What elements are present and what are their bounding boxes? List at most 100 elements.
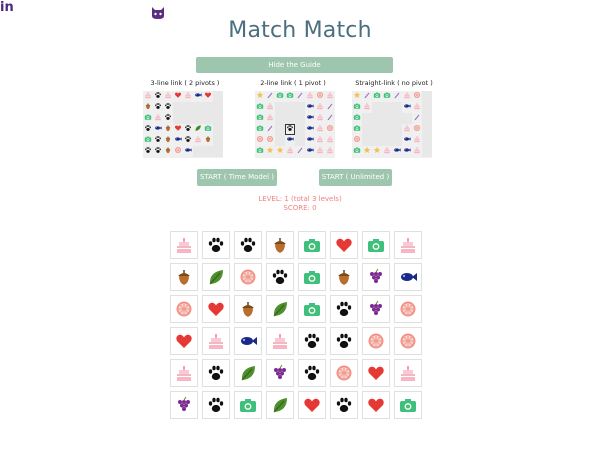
tile[interactable] <box>394 295 422 323</box>
mini-empty-cell <box>275 102 285 113</box>
mini-heart-icon <box>203 91 213 102</box>
mini-empty-cell <box>392 102 402 113</box>
tile[interactable] <box>330 295 358 323</box>
start-time-mode-button[interactable]: START ( Time Model ) <box>197 169 277 186</box>
mini-empty-cell <box>422 113 432 124</box>
tile[interactable] <box>266 391 294 419</box>
paw-icon <box>334 299 354 319</box>
fish-icon <box>238 331 258 351</box>
mini-orange-icon <box>265 135 275 146</box>
start-unlimited-button[interactable]: START ( Unlimited ) <box>319 169 392 186</box>
tile[interactable] <box>170 295 198 323</box>
tile[interactable] <box>330 359 358 387</box>
tile[interactable] <box>266 295 294 323</box>
guide-label-3-line: 3-line link ( 2 pivots ) <box>150 79 220 87</box>
acorn-icon <box>238 299 258 319</box>
camera-icon <box>302 267 322 287</box>
heart-icon <box>206 299 226 319</box>
mini-empty-cell <box>203 113 213 124</box>
acorn-icon <box>174 267 194 287</box>
mini-heart-icon <box>173 124 183 135</box>
tile[interactable] <box>362 231 390 259</box>
tile[interactable] <box>170 391 198 419</box>
tile[interactable] <box>234 263 262 291</box>
cake-icon <box>270 331 290 351</box>
tile[interactable] <box>234 359 262 387</box>
tile[interactable] <box>234 391 262 419</box>
mini-camera-icon <box>255 113 265 124</box>
level-indicator: LEVEL: 1 (total 3 levels) <box>258 195 342 203</box>
tile[interactable] <box>362 359 390 387</box>
tile[interactable] <box>170 231 198 259</box>
orange-icon <box>366 331 386 351</box>
hide-guide-button[interactable]: Hide the Guide <box>196 57 393 73</box>
mini-heart-icon <box>173 91 183 102</box>
mini-fish-icon <box>402 146 412 157</box>
mini-star-icon <box>372 146 382 157</box>
tile[interactable] <box>394 359 422 387</box>
tile[interactable] <box>234 231 262 259</box>
tile[interactable] <box>330 391 358 419</box>
tile[interactable] <box>330 231 358 259</box>
tile[interactable] <box>298 391 326 419</box>
mini-cake-icon <box>265 102 275 113</box>
mini-paw-icon <box>183 124 193 135</box>
tile[interactable] <box>362 295 390 323</box>
tile[interactable] <box>234 327 262 355</box>
mini-cake-icon <box>412 102 422 113</box>
paw-icon <box>238 235 258 255</box>
mini-empty-cell <box>275 135 285 146</box>
tile[interactable] <box>202 295 230 323</box>
mini-fish-icon <box>305 124 315 135</box>
tile[interactable] <box>298 359 326 387</box>
mini-empty-cell <box>285 113 295 124</box>
grapes-icon <box>174 395 194 415</box>
mini-star-icon <box>362 146 372 157</box>
tile[interactable] <box>202 327 230 355</box>
tile[interactable] <box>298 231 326 259</box>
paw-icon <box>302 331 322 351</box>
mini-pen-icon <box>325 102 335 113</box>
tile[interactable] <box>394 263 422 291</box>
tile[interactable] <box>170 263 198 291</box>
linkedin-icon[interactable]: in <box>0 0 600 15</box>
tile[interactable] <box>362 391 390 419</box>
tile[interactable] <box>266 359 294 387</box>
tile[interactable] <box>170 359 198 387</box>
tile[interactable] <box>362 263 390 291</box>
mini-camera-icon <box>352 102 362 113</box>
tile[interactable] <box>234 295 262 323</box>
mini-empty-cell <box>213 91 223 102</box>
tile[interactable] <box>362 327 390 355</box>
tile[interactable] <box>266 263 294 291</box>
tile[interactable] <box>330 327 358 355</box>
tile[interactable] <box>298 327 326 355</box>
tile[interactable] <box>394 327 422 355</box>
mini-pen-icon <box>325 113 335 124</box>
mini-fish-icon <box>305 146 315 157</box>
tile[interactable] <box>202 263 230 291</box>
mini-paw-icon <box>285 124 295 135</box>
tile[interactable] <box>170 327 198 355</box>
mini-camera-icon <box>143 113 153 124</box>
mini-star-icon <box>255 91 265 102</box>
mini-camera-icon <box>372 91 382 102</box>
mini-empty-cell <box>422 124 432 135</box>
tile[interactable] <box>298 295 326 323</box>
mini-paw-icon <box>163 102 173 113</box>
tile[interactable] <box>394 231 422 259</box>
tile[interactable] <box>330 263 358 291</box>
mini-empty-cell <box>362 124 372 135</box>
tile[interactable] <box>266 327 294 355</box>
tile[interactable] <box>202 359 230 387</box>
mini-fish-icon <box>285 135 295 146</box>
guide-label-straight: Straight-link ( no pivot ) <box>355 79 433 87</box>
tile[interactable] <box>202 231 230 259</box>
tile[interactable] <box>298 263 326 291</box>
mini-empty-cell <box>422 91 432 102</box>
tile[interactable] <box>202 391 230 419</box>
tile[interactable] <box>394 391 422 419</box>
tile[interactable] <box>266 231 294 259</box>
mini-empty-cell <box>213 146 223 157</box>
heart-icon <box>174 331 194 351</box>
